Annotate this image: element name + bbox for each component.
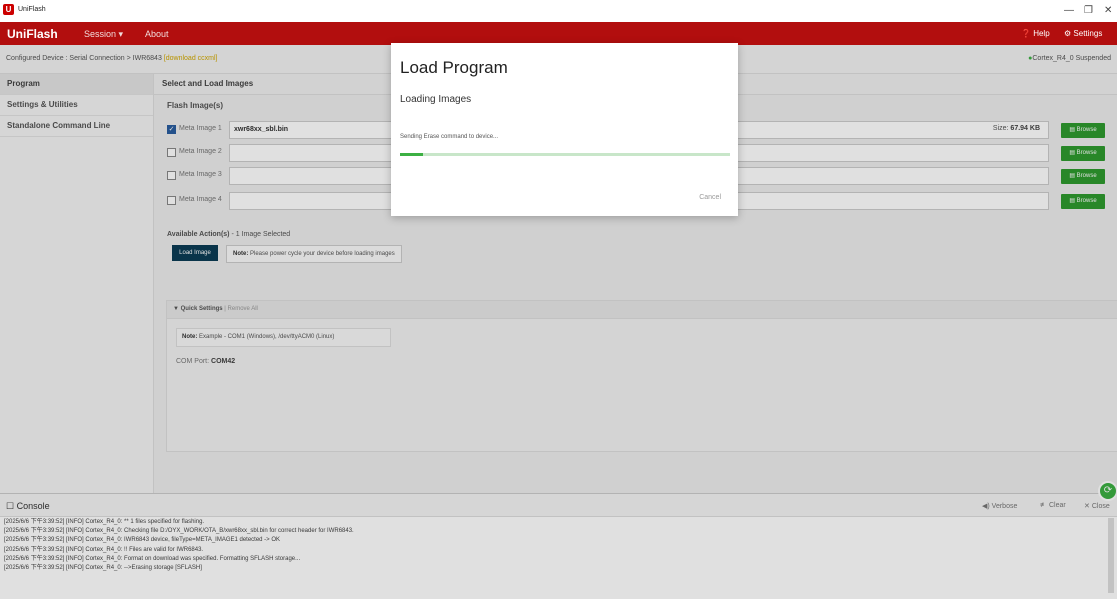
help-icon: ❓ [1021, 29, 1031, 38]
help-link[interactable]: ❓ Help [1021, 29, 1050, 38]
progress-bar [400, 153, 730, 156]
app-menubar: UniFlash Session ▾ About ❓ Help ⚙ Settin… [0, 22, 1117, 45]
app-brand: UniFlash [7, 27, 58, 41]
help-label: Help [1033, 29, 1050, 38]
cancel-button[interactable]: Cancel [699, 194, 721, 201]
dialog-title: Load Program [400, 58, 508, 77]
close-window-button[interactable]: ✕ [1104, 5, 1112, 16]
settings-label: Settings [1073, 29, 1103, 38]
gear-icon: ⚙ [1064, 29, 1072, 38]
session-menu[interactable]: Session ▾ [84, 29, 123, 40]
minimize-button[interactable]: — [1064, 5, 1074, 16]
window-title: UniFlash [18, 6, 46, 13]
about-menu[interactable]: About [145, 29, 169, 39]
maximize-button[interactable]: ❐ [1084, 5, 1093, 16]
uniflash-app-icon: U [3, 4, 14, 15]
settings-link[interactable]: ⚙ Settings [1064, 29, 1102, 38]
dialog-subtitle: Loading Images [400, 94, 472, 105]
dialog-status-text: Sending Erase command to device... [400, 134, 499, 140]
load-program-dialog: Load Program Loading Images Sending Eras… [391, 43, 738, 216]
window-titlebar: U UniFlash — ❐ ✕ [0, 0, 1117, 22]
progress-fill [400, 153, 424, 156]
